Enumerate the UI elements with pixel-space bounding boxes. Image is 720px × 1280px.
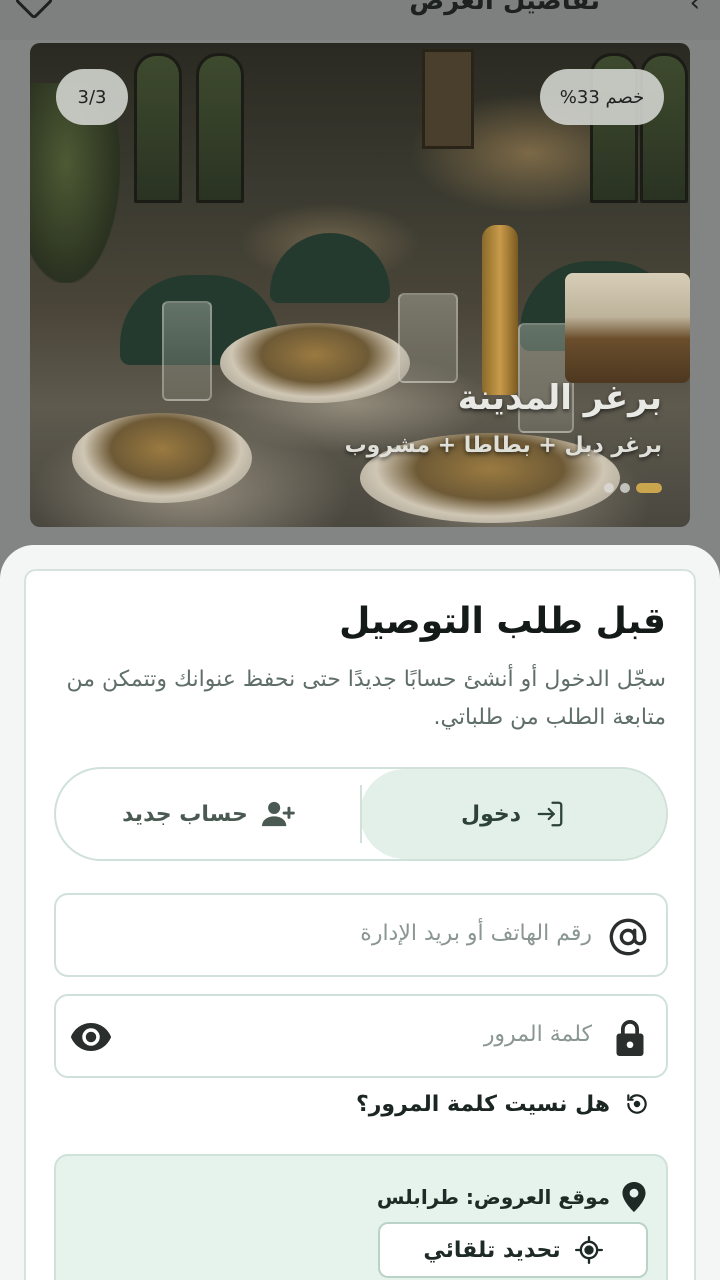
auth-mode-toggle: دخول حساب جديد — [54, 767, 668, 861]
location-panel: موقع العروض: طرابلس تحديد تلقائي — [54, 1154, 668, 1280]
password-field[interactable]: كلمة المرور — [54, 994, 668, 1078]
location-row: موقع العروض: طرابلس — [377, 1182, 646, 1212]
decor-bottle — [482, 225, 518, 395]
favorite-icon[interactable] — [14, 0, 54, 20]
tab-signup-label: حساب جديد — [122, 801, 248, 827]
auth-title: قبل طلب التوصيل — [339, 601, 666, 642]
tab-login-label: دخول — [460, 801, 522, 827]
forgot-password-label: هل نسيت كلمة المرور؟ — [356, 1091, 610, 1117]
offer-description: برغر دبل + بطاطا + مشروب — [344, 433, 662, 458]
decor-glass — [398, 293, 458, 383]
auth-card: قبل طلب التوصيل سجّل الدخول أو أنشئ حساب… — [24, 569, 696, 1280]
header-title: تفاصيل العرض — [409, 0, 600, 16]
add-user-icon — [261, 799, 296, 829]
decor-frame — [422, 49, 474, 149]
app-header: تفاصيل العرض › — [0, 0, 720, 40]
auto-locate-button[interactable]: تحديد تلقائي — [378, 1222, 648, 1278]
decor-window — [134, 53, 182, 203]
offer-name: برغر المدينة — [457, 378, 662, 418]
eye-icon[interactable] — [70, 1020, 112, 1054]
login-icon — [535, 799, 565, 829]
carousel-dots — [604, 483, 662, 493]
auto-locate-label: تحديد تلقائي — [423, 1237, 561, 1263]
map-pin-icon — [622, 1182, 646, 1212]
reset-icon — [624, 1091, 650, 1117]
carousel-dot-active[interactable] — [636, 483, 662, 493]
phone-email-field[interactable]: رقم الهاتف أو بريد الإدارة — [54, 893, 668, 977]
lock-icon — [612, 1018, 648, 1058]
carousel-dot[interactable] — [620, 483, 630, 493]
image-counter-badge: 3/3 — [56, 69, 128, 125]
tab-login[interactable]: دخول — [360, 769, 666, 859]
decor-plate — [72, 413, 252, 503]
decor-glass — [162, 301, 212, 401]
phone-email-placeholder: رقم الهاتف أو بريد الإدارة — [360, 921, 592, 946]
decor-chair — [270, 233, 390, 303]
offer-image-carousel[interactable]: خصم 33% 3/3 برغر المدينة برغر دبل + بطاط… — [30, 43, 690, 527]
discount-badge: خصم 33% — [540, 69, 664, 125]
decor-window — [196, 53, 244, 203]
forgot-password-link[interactable]: هل نسيت كلمة المرور؟ — [356, 1091, 650, 1117]
location-label: موقع العروض: طرابلس — [376, 1185, 610, 1209]
password-placeholder: كلمة المرور — [483, 1022, 592, 1047]
tab-signup[interactable]: حساب جديد — [56, 769, 362, 859]
back-arrow-icon[interactable]: › — [690, 0, 700, 18]
auth-subtitle: سجّل الدخول أو أنشئ حسابًا جديدًا حتى نح… — [66, 667, 666, 730]
auth-bottom-sheet: قبل طلب التوصيل سجّل الدخول أو أنشئ حساب… — [0, 545, 720, 1280]
decor-bread-basket — [565, 273, 690, 383]
decor-plate — [220, 323, 410, 403]
carousel-dot[interactable] — [604, 483, 614, 493]
at-sign-icon — [608, 917, 648, 957]
gps-target-icon — [574, 1236, 603, 1264]
